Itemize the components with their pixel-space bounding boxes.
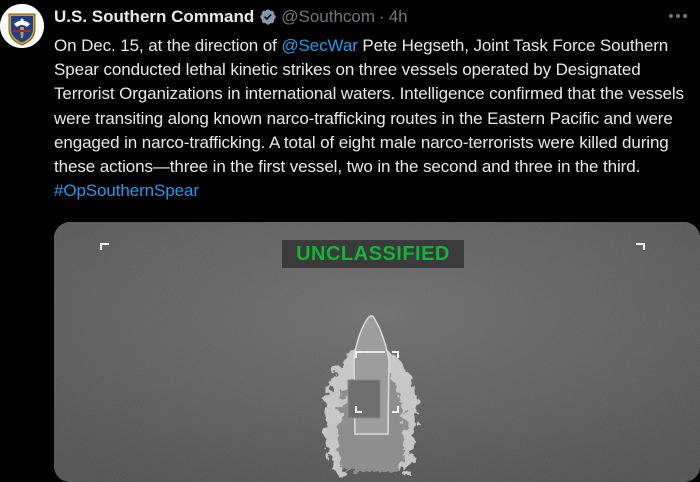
tweet-text-part-2: Pete Hegseth, Joint Task Force Southern … <box>54 36 684 177</box>
hashtag-link[interactable]: #OpSouthernSpear <box>54 181 199 200</box>
tweet[interactable]: U.S. Southern Command @Southcom · 4h On … <box>0 0 700 482</box>
tweet-header: U.S. Southern Command @Southcom · 4h <box>54 6 408 28</box>
avatar[interactable] <box>0 4 44 48</box>
tweet-text-part-1: On Dec. 15, at the direction of <box>54 36 282 55</box>
verified-badge-icon <box>259 8 277 26</box>
separator-dot: · <box>379 7 385 26</box>
unclassified-banner: UNCLASSIFIED <box>282 240 464 268</box>
southcom-seal-icon <box>0 4 44 48</box>
display-name[interactable]: U.S. Southern Command <box>54 7 254 27</box>
handle[interactable]: @Southcom <box>281 7 375 27</box>
tweet-text: On Dec. 15, at the direction of @SecWar … <box>54 34 690 203</box>
video-media[interactable]: UNCLASSIFIED <box>54 222 700 482</box>
mention-link[interactable]: @SecWar <box>281 36 357 55</box>
more-options-icon[interactable] <box>666 6 690 26</box>
timestamp[interactable]: 4h <box>389 7 408 27</box>
